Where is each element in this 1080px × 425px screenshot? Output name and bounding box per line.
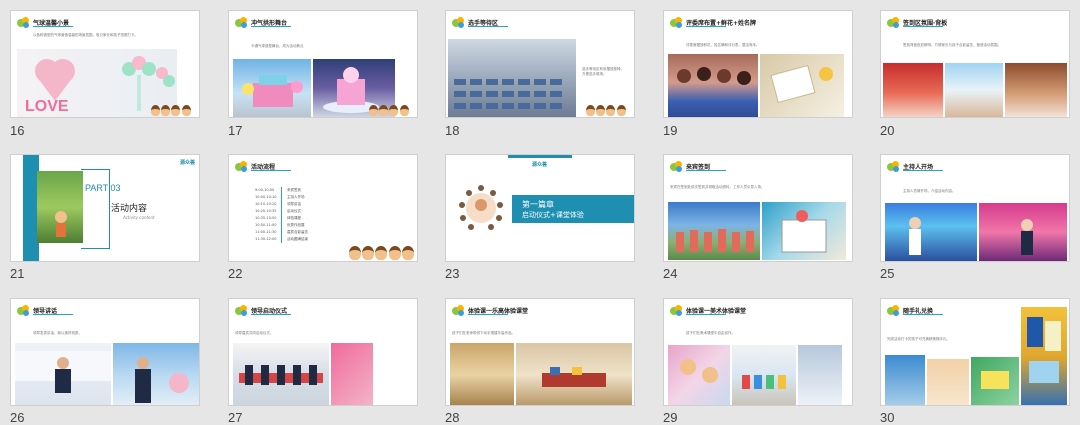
company-logo: 源众荟 xyxy=(179,160,195,166)
slide-thumbnail-22[interactable]: 活动流程 9:00-10:00 10:00-10:10 10:10-10:20 10:… xyxy=(228,154,418,262)
slide-thumbnail-18[interactable]: 选手等待区 选手等待区有序摆放座椅，方便选手候场。 xyxy=(445,10,635,118)
chapter-title: 第一篇章 xyxy=(522,200,554,209)
slide-number: 30 xyxy=(880,410,895,425)
slide-number: 20 xyxy=(880,123,895,138)
slide-thumbnail-25[interactable]: 主持人开场 主持人热情开场，介绍活动内容。 xyxy=(880,154,1070,262)
slide-number: 23 xyxy=(445,266,460,281)
slide-thumbnail-17[interactable]: 冲气拱形舞台 卡通气球造型舞台，成为活动焦点 xyxy=(228,10,418,118)
avatar-ring xyxy=(458,185,504,231)
slide-text: 签到背板色彩鲜明，方便家长与孩子合影留念，营造活动氛围。 xyxy=(903,43,1001,47)
signin-photo-2 xyxy=(945,63,1003,117)
slide-thumbnail-23[interactable]: 源众荟 第一篇章 启动仪式+课堂体验 xyxy=(445,154,635,262)
slide-thumbnail-19[interactable]: 评委席布置+鲜花+姓名牌 评委席摆放鲜花、姓名牌和评分表，整洁有序。 xyxy=(663,10,853,118)
cartoon-kids-icon xyxy=(151,100,197,116)
company-logo: 源众荟 xyxy=(532,162,548,168)
slide-text: 以各种造型的气球营造温馨的场景氛围，吸引家长和孩子拍照打卡。 xyxy=(33,33,138,37)
slide-thumbnail-16[interactable]: 气球温馨小景 以各种造型的气球营造温馨的场景氛围，吸引家长和孩子拍照打卡。 LO… xyxy=(10,10,200,118)
cartoon-kids-icon xyxy=(586,100,632,116)
speech-photo-1 xyxy=(15,343,111,405)
slide-thumbnail-30[interactable]: 随手礼兑换 完成活动打卡的孩子可兑换精美随手礼。 xyxy=(880,298,1070,406)
slide-number: 21 xyxy=(10,266,25,281)
slide-text: 卡通气球造型舞台，成为活动焦点 xyxy=(251,44,304,48)
host-photo-2 xyxy=(979,203,1067,261)
host-photo-1 xyxy=(885,203,977,261)
slide-number: 28 xyxy=(445,410,460,425)
logo-icon xyxy=(670,161,684,173)
cartoon-kids-icon xyxy=(349,240,415,260)
slide-number: 19 xyxy=(663,123,678,138)
logo-icon xyxy=(17,305,31,317)
signin-photo-3 xyxy=(1005,63,1067,117)
logo-icon xyxy=(17,17,31,29)
logo-icon xyxy=(887,17,901,29)
slide-number: 17 xyxy=(228,123,243,138)
lego-photo-2 xyxy=(516,343,632,405)
section-title: 活动内容 xyxy=(111,204,148,214)
logo-icon xyxy=(235,17,249,29)
forest-photo xyxy=(37,171,83,243)
content-frame xyxy=(81,169,110,249)
gift-photo-2 xyxy=(927,359,969,405)
slide-text: 来宾在签到处依次签到并领取活动资料，工作人员引导入场。 xyxy=(670,185,765,189)
ceremony-photo-2 xyxy=(331,343,373,405)
cartoon-kids-icon xyxy=(369,100,415,116)
part-label: PART 03 xyxy=(85,183,121,193)
slide-text: 领导嘉宾共同启动仪式。 xyxy=(235,331,274,335)
art-photo-1 xyxy=(668,345,730,405)
slide-text: 主持人热情开场，介绍活动内容。 xyxy=(903,189,956,193)
logo-icon xyxy=(235,305,249,317)
slide-thumbnail-24[interactable]: 来宾签到 来宾在签到处依次签到并领取活动资料，工作人员引导入场。 xyxy=(663,154,853,262)
agenda-items: 来宾签到 主持人开场 领导讲话 启动仪式 体验课程 优秀作品展 嘉宾合影留念 活动圆满结束 xyxy=(287,188,308,241)
lego-photo-1 xyxy=(450,343,514,405)
logo-icon xyxy=(235,161,249,173)
logo-icon xyxy=(452,17,466,29)
slide-number: 27 xyxy=(228,410,243,425)
gift-photo-4 xyxy=(1021,307,1067,405)
slide-thumbnail-21[interactable]: 源众荟 PART 03 活动内容 Activity content xyxy=(10,154,200,262)
stage-photo-1 xyxy=(233,59,311,117)
agenda-divider xyxy=(281,187,282,243)
signin-crowd-photo xyxy=(668,202,760,260)
top-accent-bar xyxy=(508,155,572,158)
speech-photo-2 xyxy=(113,343,199,405)
ceremony-photo-1 xyxy=(233,343,329,405)
chapter-subtitle: 启动仪式+课堂体验 xyxy=(522,211,584,219)
agenda-times: 9:00-10:00 10:00-10:10 10:10-10:20 10:20-10… xyxy=(255,188,277,241)
slide-text: 评委席摆放鲜花、姓名牌和评分表，整洁有序。 xyxy=(686,43,760,47)
waiting-area-photo xyxy=(448,39,576,117)
chapter-banner: 第一篇章 启动仪式+课堂体验 xyxy=(512,195,634,223)
slide-thumbnail-27[interactable]: 领导启动仪式 领导嘉宾共同启动仪式。 xyxy=(228,298,418,406)
gift-photo-1 xyxy=(885,355,925,405)
signin-photo-1 xyxy=(883,63,943,117)
slide-text: 完成活动打卡的孩子可兑换精美随手礼。 xyxy=(887,337,950,341)
slide-thumbnail-26[interactable]: 领导讲话 领导发表讲话，致以美好祝愿。 xyxy=(10,298,200,406)
slide-number: 29 xyxy=(663,410,678,425)
slide-thumbnail-20[interactable]: 签到区氛围·背板 签到背板色彩鲜明，方便家长与孩子合影留念，营造活动氛围。 xyxy=(880,10,1070,118)
svg-text:LOVE: LOVE xyxy=(25,98,69,115)
section-subtitle: Activity content xyxy=(123,215,155,220)
slide-thumbnail-28[interactable]: 体验课一乐高体验课堂 孩子们在老师带领下动手搭建乐高作品。 xyxy=(445,298,635,406)
slide-number: 18 xyxy=(445,123,460,138)
slide-text: 孩子们在美术课堂中自由创作。 xyxy=(686,331,735,335)
signin-sheet-photo xyxy=(762,202,846,260)
name-card-photo xyxy=(760,54,844,117)
slide-number: 25 xyxy=(880,266,895,281)
slide-number: 26 xyxy=(10,410,25,425)
slide-thumbnail-29[interactable]: 体验课一美术体验课堂 孩子们在美术课堂中自由创作。 xyxy=(663,298,853,406)
slide-number: 22 xyxy=(228,266,243,281)
slide-number: 24 xyxy=(663,266,678,281)
slide-text: 选手等待区有序摆放座椅，方便选手候场。 xyxy=(582,67,624,76)
judges-table-photo xyxy=(668,54,758,117)
art-photo-3 xyxy=(798,345,842,405)
logo-icon xyxy=(887,161,901,173)
logo-icon xyxy=(670,305,684,317)
slide-text: 孩子们在老师带领下动手搭建乐高作品。 xyxy=(452,331,515,335)
slide-text: 领导发表讲话，致以美好祝愿。 xyxy=(33,331,82,335)
slide-number: 16 xyxy=(10,123,25,138)
art-photo-2 xyxy=(732,345,796,405)
logo-icon xyxy=(670,17,684,29)
logo-icon xyxy=(887,305,901,317)
logo-icon xyxy=(452,305,466,317)
gift-photo-3 xyxy=(971,357,1019,405)
